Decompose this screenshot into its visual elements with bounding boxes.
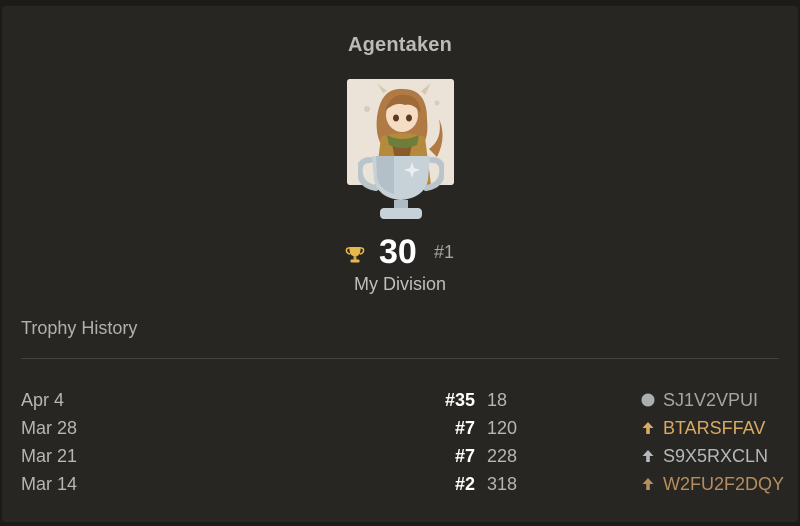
profile-panel: Agentaken 30 #1 My Division Trophy Histo… [2, 6, 798, 522]
history-row[interactable]: Apr 4 #35 18 SJ1V2VPUI [21, 386, 781, 414]
circle-icon [641, 393, 655, 407]
row-date: Mar 28 [21, 418, 78, 438]
row-trophies: 120 [487, 418, 518, 438]
divider [21, 358, 779, 359]
trophy-history-title: Trophy History [21, 318, 138, 338]
row-place: #2 [454, 474, 475, 494]
history-row[interactable]: Mar 14 #2 318 W2FU2F2DQY [21, 470, 784, 498]
arrow-up-icon [642, 450, 654, 462]
row-date: Apr 4 [21, 390, 65, 410]
row-place: #35 [444, 390, 475, 410]
row-trophies: 318 [487, 474, 518, 494]
silver-trophy-icon [358, 156, 444, 219]
trophy-history-list: Apr 4 #35 18 SJ1V2VPUI Mar 28 #7 120 BTA… [21, 386, 784, 498]
score-row: 30 #1 [2, 232, 798, 272]
row-code[interactable]: SJ1V2VPUI [663, 386, 758, 414]
row-code[interactable]: W2FU2F2DQY [663, 470, 784, 498]
history-row[interactable]: Mar 28 #7 120 BTARSFFAV [21, 414, 781, 442]
trophy-count: 30 [379, 233, 417, 271]
row-date: Mar 14 [21, 474, 78, 494]
row-place: #7 [454, 418, 475, 438]
row-date: Mar 21 [21, 446, 78, 466]
row-code[interactable]: BTARSFFAV [663, 414, 765, 442]
row-code[interactable]: S9X5RXCLN [663, 442, 768, 470]
username: Agentaken [347, 34, 453, 56]
row-trophies: 228 [487, 446, 518, 466]
arrow-up-icon [642, 422, 654, 434]
row-trophies: 18 [487, 390, 508, 410]
arrow-up-icon [642, 478, 654, 490]
rank-badge: #1 [434, 242, 455, 262]
history-row[interactable]: Mar 21 #7 228 S9X5RXCLN [21, 442, 781, 470]
row-place: #7 [454, 446, 475, 466]
division-link[interactable]: My Division [2, 274, 798, 295]
gold-trophy-icon [345, 247, 365, 263]
